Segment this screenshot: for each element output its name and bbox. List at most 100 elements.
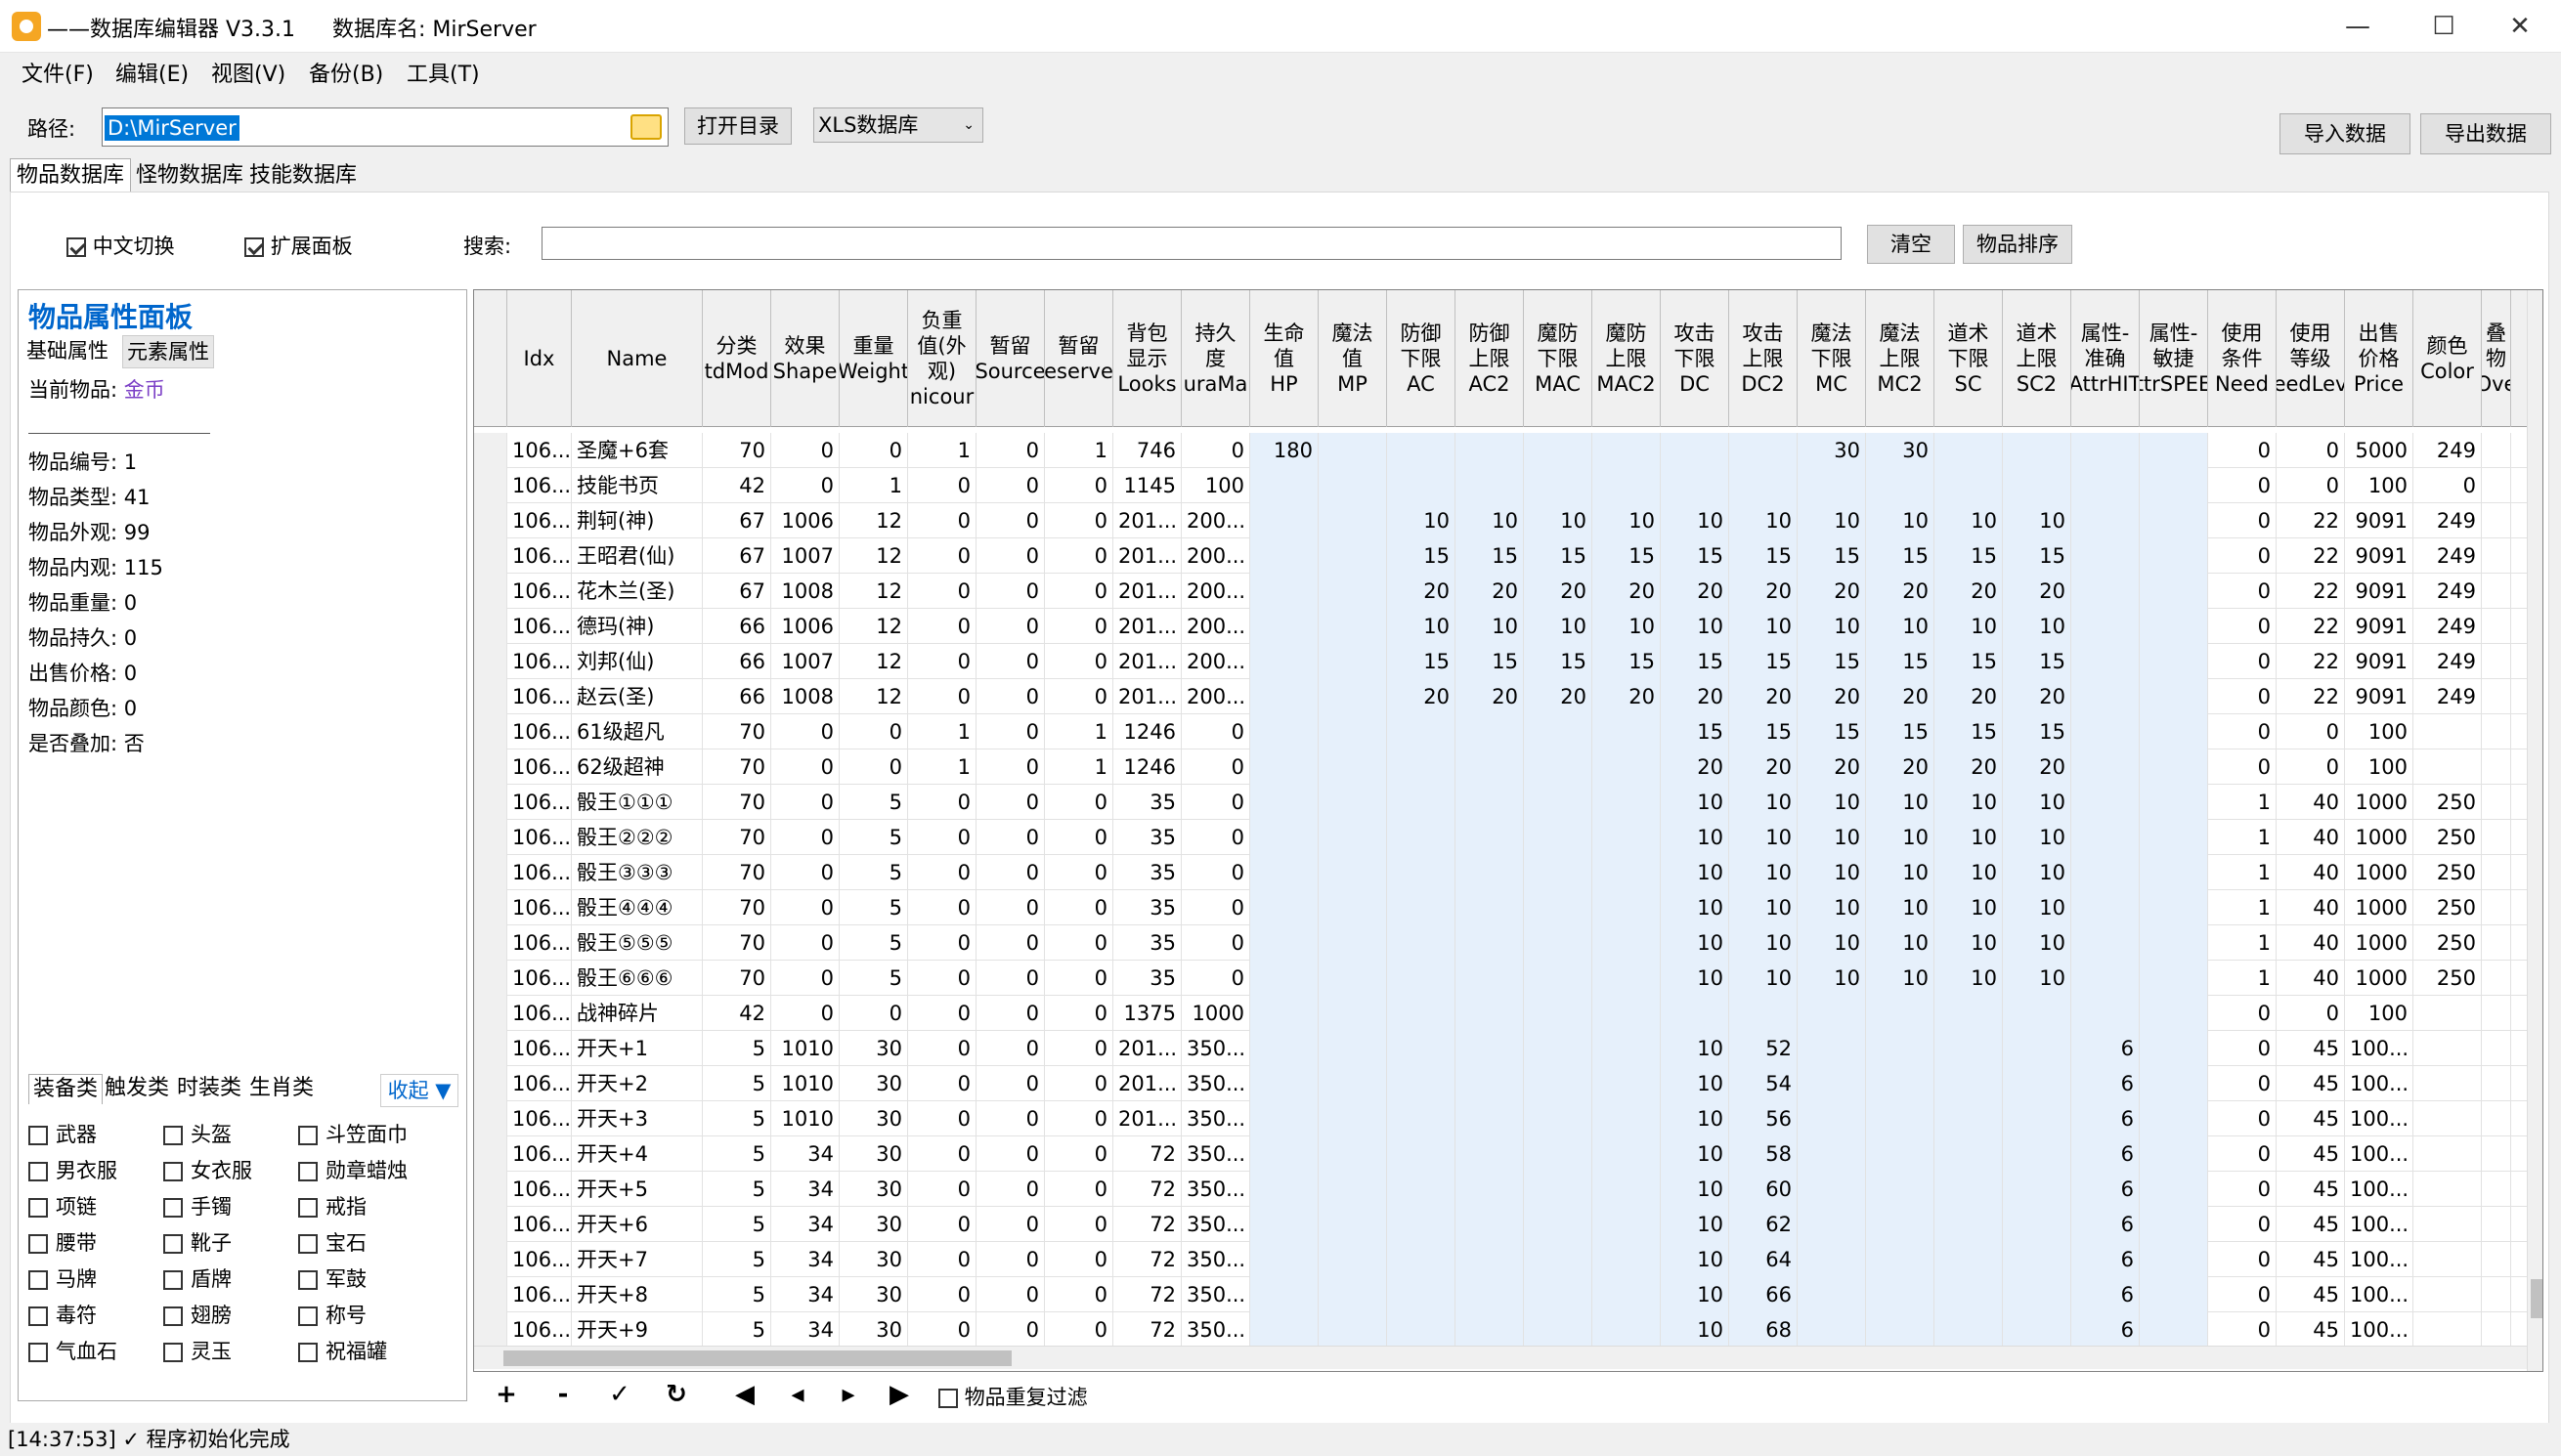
table-cell[interactable]: 34 <box>771 1172 840 1207</box>
table-cell[interactable]: 10 <box>1934 785 2003 820</box>
table-cell[interactable]: 10 <box>2003 855 2071 890</box>
table-cell[interactable]: 0 <box>908 1277 977 1312</box>
table-cell[interactable]: 0 <box>1045 785 1113 820</box>
table-cell[interactable]: 45 <box>2277 1136 2345 1172</box>
table-cell[interactable]: 1006 <box>771 503 840 538</box>
table-cell[interactable]: 6 <box>2071 1031 2140 1066</box>
table-cell[interactable]: 100 <box>1182 468 1250 503</box>
table-cell[interactable]: 10 <box>1866 890 1934 925</box>
table-cell[interactable] <box>1661 433 1729 468</box>
category-checkbox[interactable]: 称号 <box>298 1300 367 1329</box>
table-cell[interactable]: 45 <box>2277 1207 2345 1242</box>
table-cell[interactable]: 20 <box>1866 679 1934 714</box>
table-cell[interactable] <box>1455 749 1524 785</box>
table-cell[interactable]: 0 <box>2208 1136 2277 1172</box>
table-cell[interactable] <box>1319 1312 1387 1348</box>
table-cell[interactable] <box>1319 538 1387 574</box>
tab-skills[interactable]: 技能数据库 <box>242 158 364 192</box>
table-cell[interactable] <box>2413 1242 2482 1277</box>
table-cell[interactable] <box>1524 1101 1592 1136</box>
table-cell[interactable]: 249 <box>2413 433 2482 468</box>
table-cell[interactable]: 20 <box>1524 574 1592 609</box>
table-cell[interactable]: 70 <box>703 433 771 468</box>
table-cell[interactable]: 0 <box>908 609 977 644</box>
table-cell[interactable]: 250 <box>2413 855 2482 890</box>
table-cell[interactable]: 0 <box>977 749 1045 785</box>
table-cell[interactable] <box>1455 820 1524 855</box>
table-cell[interactable]: 20 <box>1729 749 1798 785</box>
table-cell[interactable]: 350... <box>1182 1172 1250 1207</box>
table-cell[interactable]: 15 <box>1866 538 1934 574</box>
table-cell[interactable]: 100... <box>2345 1312 2413 1348</box>
table-cell[interactable]: 开天+8 <box>572 1277 703 1312</box>
search-input[interactable] <box>542 227 1842 260</box>
table-cell[interactable]: 5 <box>703 1312 771 1348</box>
table-cell[interactable]: 22 <box>2277 574 2345 609</box>
table-cell[interactable] <box>2003 1172 2071 1207</box>
table-cell[interactable] <box>1455 996 1524 1031</box>
table-cell[interactable] <box>1592 820 1661 855</box>
table-cell[interactable]: 10 <box>2003 890 2071 925</box>
table-cell[interactable]: 30 <box>840 1172 908 1207</box>
table-cell[interactable]: 0 <box>2277 996 2345 1031</box>
table-cell[interactable] <box>1387 468 1455 503</box>
row-selector[interactable] <box>474 961 507 996</box>
table-cell[interactable] <box>2482 468 2511 503</box>
table-cell[interactable]: 0 <box>2208 1242 2277 1277</box>
table-cell[interactable] <box>1319 1277 1387 1312</box>
table-cell[interactable] <box>2482 1066 2511 1101</box>
table-cell[interactable] <box>1387 714 1455 749</box>
table-cell[interactable]: 0 <box>771 468 840 503</box>
table-cell[interactable]: 0 <box>2208 749 2277 785</box>
table-cell[interactable]: 200... <box>1182 538 1250 574</box>
table-cell[interactable]: 15 <box>1455 644 1524 679</box>
table-cell[interactable]: 9091 <box>2345 609 2413 644</box>
table-cell[interactable]: 0 <box>1045 468 1113 503</box>
table-cell[interactable]: 15 <box>1934 644 2003 679</box>
table-cell[interactable]: 5 <box>840 785 908 820</box>
table-cell[interactable]: 10 <box>1934 609 2003 644</box>
table-cell[interactable] <box>1866 468 1934 503</box>
table-cell[interactable] <box>2482 996 2511 1031</box>
column-header[interactable]: 负重 值(外 观) nicour <box>908 290 977 427</box>
table-cell[interactable]: 100... <box>2345 1066 2413 1101</box>
table-cell[interactable]: 20 <box>1592 574 1661 609</box>
table-cell[interactable]: 0 <box>908 503 977 538</box>
table-cell[interactable]: 1007 <box>771 538 840 574</box>
table-cell[interactable] <box>2140 1136 2208 1172</box>
table-cell[interactable]: 0 <box>1045 574 1113 609</box>
table-cell[interactable]: 技能书页 <box>572 468 703 503</box>
table-cell[interactable] <box>1319 961 1387 996</box>
table-cell[interactable] <box>2413 1312 2482 1348</box>
table-cell[interactable]: 100... <box>2345 1172 2413 1207</box>
table-cell[interactable] <box>2413 1172 2482 1207</box>
table-cell[interactable]: 0 <box>977 785 1045 820</box>
table-cell[interactable]: 12 <box>840 644 908 679</box>
table-cell[interactable] <box>1250 785 1319 820</box>
table-cell[interactable] <box>1250 1277 1319 1312</box>
table-cell[interactable]: 0 <box>1182 749 1250 785</box>
table-row[interactable]: 106... 骰王②②② 70 0 5 0 0 0 35 0 10 10 10 10 10 10 1 40 1000… <box>474 820 2527 855</box>
table-cell[interactable]: 70 <box>703 855 771 890</box>
table-cell[interactable] <box>1319 644 1387 679</box>
column-header[interactable]: 攻击 下限 DC <box>1661 290 1729 427</box>
vertical-scrollbar[interactable] <box>2527 290 2542 1371</box>
table-cell[interactable]: 0 <box>771 996 840 1031</box>
table-cell[interactable]: 1 <box>2208 925 2277 961</box>
table-cell[interactable]: 0 <box>2277 749 2345 785</box>
table-cell[interactable] <box>1455 1136 1524 1172</box>
table-cell[interactable]: 30 <box>840 1277 908 1312</box>
table-cell[interactable]: 10 <box>1661 1172 1729 1207</box>
table-cell[interactable]: 12 <box>840 679 908 714</box>
table-cell[interactable]: 圣魔+6套 <box>572 433 703 468</box>
category-checkbox[interactable]: 男衣服 <box>28 1155 117 1184</box>
table-cell[interactable]: 0 <box>977 433 1045 468</box>
table-cell[interactable]: 201... <box>1113 1031 1182 1066</box>
minimize-button[interactable]: — <box>2315 0 2401 53</box>
table-cell[interactable] <box>1592 1312 1661 1348</box>
table-cell[interactable]: 10 <box>1661 961 1729 996</box>
table-cell[interactable]: 5 <box>840 820 908 855</box>
table-cell[interactable] <box>2071 644 2140 679</box>
table-cell[interactable]: 350... <box>1182 1207 1250 1242</box>
table-cell[interactable]: 15 <box>1729 714 1798 749</box>
